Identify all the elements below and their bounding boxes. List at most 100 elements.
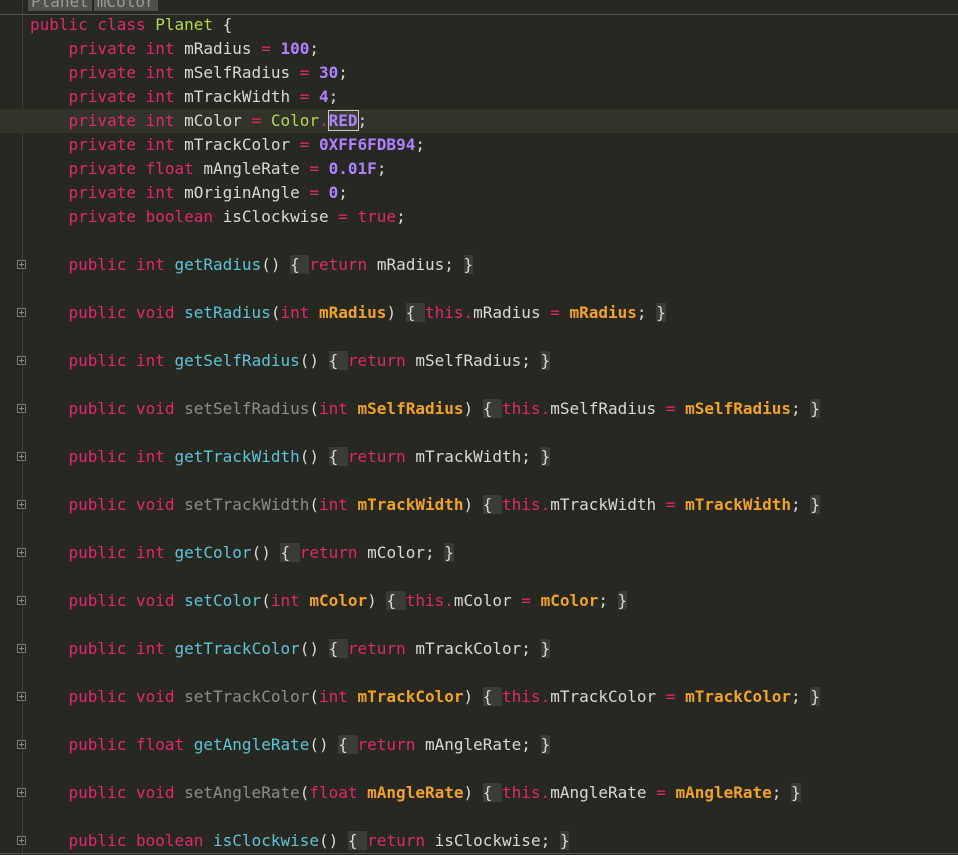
code-line[interactable]: public int getTrackWidth() { return mTra… bbox=[0, 445, 958, 469]
token-function-name: setColor bbox=[184, 591, 262, 610]
code-line[interactable] bbox=[0, 661, 958, 685]
code-line-current[interactable]: private int mColor = Color.RED; bbox=[0, 109, 958, 133]
code-line[interactable]: public int getColor() { return mColor; } bbox=[0, 541, 958, 565]
code-line-text: private float mAngleRate = 0.01F; bbox=[30, 157, 387, 181]
token-number: 30 bbox=[319, 63, 339, 82]
fold-expand-icon[interactable] bbox=[17, 548, 26, 557]
code-line[interactable] bbox=[0, 613, 958, 637]
token-brace: { bbox=[328, 447, 348, 466]
fold-expand-icon[interactable] bbox=[17, 836, 26, 845]
code-line[interactable]: private int mSelfRadius = 30; bbox=[0, 61, 958, 85]
token-brace: { bbox=[482, 495, 503, 514]
fold-expand-icon[interactable] bbox=[17, 596, 26, 605]
token-number: 0XFF6FDB94 bbox=[319, 135, 416, 154]
fold-expand-icon[interactable] bbox=[17, 260, 26, 269]
fold-expand-icon[interactable] bbox=[17, 404, 26, 413]
code-area[interactable]: public class Planet { private int mRadiu… bbox=[0, 13, 958, 853]
fold-expand-icon[interactable] bbox=[17, 692, 26, 701]
code-line[interactable]: private int mTrackWidth = 4; bbox=[0, 85, 958, 109]
token-text: () bbox=[319, 831, 348, 850]
token-keyword: public void bbox=[30, 687, 185, 706]
token-keyword: public void bbox=[30, 495, 185, 514]
token-text: mRadius bbox=[184, 39, 262, 58]
code-line[interactable] bbox=[0, 277, 958, 301]
token-keyword: public void bbox=[30, 591, 185, 610]
code-line[interactable] bbox=[0, 325, 958, 349]
code-line[interactable] bbox=[0, 469, 958, 493]
token-parameter: mColor bbox=[540, 591, 599, 610]
code-line[interactable]: public float getAngleRate() { return mAn… bbox=[0, 733, 958, 757]
code-line[interactable]: public void setTrackColor(int mTrackColo… bbox=[0, 685, 958, 709]
fold-expand-icon[interactable] bbox=[17, 740, 26, 749]
token-brace: { bbox=[347, 831, 368, 850]
code-line[interactable]: private int mTrackColor = 0XFF6FDB94; bbox=[0, 133, 958, 157]
token-text: ; bbox=[396, 207, 406, 226]
token-keyword: public class bbox=[30, 15, 156, 34]
code-line[interactable]: public int getSelfRadius() { return mSel… bbox=[0, 349, 958, 373]
code-line[interactable]: private int mOriginAngle = 0; bbox=[0, 181, 958, 205]
code-line-text: private int mSelfRadius = 30; bbox=[30, 61, 348, 85]
token-text: ; bbox=[791, 495, 811, 514]
token-keyword: private float bbox=[30, 159, 204, 178]
token-text: ; bbox=[598, 591, 618, 610]
token-keyword: int bbox=[270, 591, 310, 610]
fold-expand-icon[interactable] bbox=[17, 356, 26, 365]
token-text: mRadius; bbox=[376, 255, 464, 274]
code-line[interactable]: private int mRadius = 100; bbox=[0, 37, 958, 61]
code-line-text: public int getColor() { return mColor; } bbox=[30, 541, 454, 565]
fold-expand-icon[interactable] bbox=[17, 500, 26, 509]
code-line[interactable]: public void setColor(int mColor) { this.… bbox=[0, 589, 958, 613]
code-line[interactable] bbox=[0, 517, 958, 541]
fold-expand-icon[interactable] bbox=[17, 452, 26, 461]
code-line[interactable]: public void setSelfRadius(int mSelfRadiu… bbox=[0, 397, 958, 421]
code-line[interactable]: public void setRadius(int mRadius) { thi… bbox=[0, 301, 958, 325]
token-text: ) bbox=[367, 591, 387, 610]
code-line[interactable]: public void setTrackWidth(int mTrackWidt… bbox=[0, 493, 958, 517]
token-brace: } bbox=[540, 351, 551, 370]
breadcrumb-item-class[interactable]: Planet bbox=[28, 0, 92, 11]
code-line[interactable]: public class Planet { bbox=[0, 13, 958, 37]
token-text: isClockwise bbox=[222, 207, 339, 226]
breadcrumb-item-field[interactable]: mColor bbox=[93, 0, 158, 11]
code-editor[interactable]: Planet mColor public class Planet { priv… bbox=[0, 0, 958, 855]
token-keyword: int bbox=[280, 303, 319, 322]
code-line[interactable]: private boolean isClockwise = true; bbox=[0, 205, 958, 229]
code-line-text: private int mTrackWidth = 4; bbox=[30, 85, 339, 109]
code-line[interactable] bbox=[0, 373, 958, 397]
code-line[interactable]: public int getRadius() { return mRadius;… bbox=[0, 253, 958, 277]
fold-expand-icon[interactable] bbox=[17, 644, 26, 653]
code-line[interactable]: private float mAngleRate = 0.01F; bbox=[0, 157, 958, 181]
token-brace: } bbox=[791, 783, 801, 802]
token-text: () bbox=[261, 255, 291, 274]
code-line[interactable] bbox=[0, 805, 958, 829]
code-line[interactable]: public void setAngleRate(float mAngleRat… bbox=[0, 781, 958, 805]
token-keyword: public void bbox=[30, 399, 185, 418]
code-line[interactable] bbox=[0, 565, 958, 589]
code-line-text: public int getRadius() { return mRadius;… bbox=[30, 253, 474, 277]
code-line-text: public int getTrackWidth() { return mTra… bbox=[30, 445, 551, 469]
code-line-text: public void setAngleRate(float mAngleRat… bbox=[30, 781, 801, 805]
token-parameter: mAngleRate bbox=[675, 783, 772, 802]
token-keyword: private int bbox=[30, 111, 185, 130]
token-text: ; bbox=[376, 159, 387, 178]
token-keyword: this bbox=[405, 591, 445, 610]
code-line[interactable] bbox=[0, 757, 958, 781]
code-line[interactable] bbox=[0, 709, 958, 733]
breadcrumb-separator bbox=[0, 14, 958, 15]
fold-expand-icon[interactable] bbox=[17, 308, 26, 317]
code-line[interactable]: public boolean isClockwise() { return is… bbox=[0, 829, 958, 853]
token-text: () bbox=[299, 351, 329, 370]
token-operator: . bbox=[444, 591, 454, 610]
code-line[interactable] bbox=[0, 421, 958, 445]
token-function-name: getTrackWidth bbox=[174, 447, 300, 466]
token-text: ( bbox=[309, 495, 319, 514]
token-operator: . bbox=[540, 783, 551, 802]
token-function-name: setTrackWidth bbox=[184, 495, 310, 514]
code-line[interactable] bbox=[0, 229, 958, 253]
token-text: mSelfRadius bbox=[184, 63, 300, 82]
fold-expand-icon[interactable] bbox=[17, 788, 26, 797]
code-line[interactable]: public int getTrackColor() { return mTra… bbox=[0, 637, 958, 661]
